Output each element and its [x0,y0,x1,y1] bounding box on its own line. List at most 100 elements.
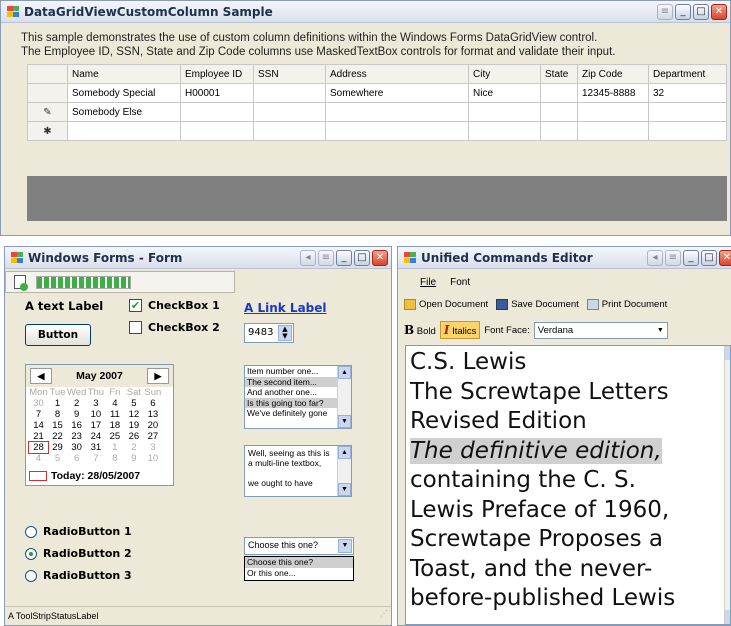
grid-cell[interactable] [325,102,469,122]
calendar-day[interactable]: 27 [143,431,162,442]
rich-text-box[interactable]: C.S. Lewis The Screwtape Letters Revised… [405,345,731,625]
list-item[interactable]: We've definitely gone [245,408,351,419]
combo-dropdown[interactable]: Choose this one? Or this one... [244,556,354,581]
column-header[interactable]: Address [325,64,469,84]
grid-cell[interactable]: H00001 [180,83,254,103]
grid-cell[interactable]: Somebody Special [67,83,181,103]
help-icon[interactable]: ≡ [318,250,334,266]
month-calendar[interactable]: ◀ May 2007 ▶ Mon Tue Wed Thu Fri Sat Sun 30 1 2 3… [25,364,174,486]
calendar-day[interactable]: 13 [143,409,162,420]
maximize-button[interactable]: □ [354,250,370,266]
next-month-button[interactable]: ▶ [146,368,169,384]
grid-cell[interactable]: 12345-8888 [577,83,649,103]
list-item[interactable]: Item number one... [245,366,351,377]
column-header[interactable]: Employee ID [180,64,254,84]
grid-cell[interactable] [253,83,326,103]
scroll-down-icon[interactable]: ▼ [338,483,351,496]
calendar-day[interactable]: 17 [86,420,105,431]
minimize-button[interactable]: _ [675,4,691,20]
restore-icon[interactable]: ◂ [300,250,316,266]
rich-text-scrollbar[interactable] [724,346,730,624]
employee-grid[interactable]: Name Employee ID SSN Address City State … [27,64,727,141]
calendar-day[interactable]: 10 [86,409,105,420]
grid-cell[interactable] [325,121,469,141]
calendar-day[interactable]: 29 [48,442,67,453]
grid-cell[interactable] [253,121,326,141]
new-document-icon[interactable] [14,275,28,291]
scroll-down-icon[interactable] [725,610,730,624]
table-row[interactable]: ✱ [27,121,727,141]
close-button[interactable]: ✕ [372,250,388,266]
calendar-day[interactable]: 19 [124,420,143,431]
menu-font[interactable]: Font [450,277,470,288]
radio-button-3[interactable]: RadioButton 3 [25,569,132,582]
link-label[interactable]: A Link Label [244,301,327,315]
grid-cell[interactable]: Somebody Else [67,102,181,122]
grid-cell[interactable] [468,102,541,122]
calendar-day[interactable]: 3 [143,442,162,453]
bold-button[interactable]: B Bold [404,323,436,337]
list-box[interactable]: Item number one... The second item... An… [244,365,352,429]
calendar-day[interactable]: 15 [48,420,67,431]
textbox-scrollbar[interactable]: ▲ ▼ [337,446,351,496]
menu-file[interactable]: File [420,277,436,288]
font-face-combo[interactable]: Verdana ▼ [533,321,668,339]
column-header[interactable]: State [540,64,578,84]
grid-cell[interactable] [648,121,727,141]
close-button[interactable]: ✕ [711,4,727,20]
table-row[interactable]: Somebody Special H00001 Somewhere Nice 1… [27,83,727,103]
list-scrollbar[interactable]: ▲ ▼ [337,366,351,428]
chevron-down-icon[interactable]: ▼ [338,539,352,553]
minimize-button[interactable]: _ [336,250,352,266]
grid-cell[interactable]: Nice [468,83,541,103]
resize-grip-icon[interactable]: ⋰ [380,605,388,623]
grid-cell[interactable] [540,83,578,103]
calendar-day[interactable]: 14 [29,420,48,431]
list-item-selected[interactable]: Is this going too far? [245,397,351,408]
maximize-button[interactable]: □ [701,250,717,266]
list-item-selected[interactable]: The second item... [245,376,351,387]
grid-cell[interactable] [180,102,254,122]
column-header[interactable]: SSN [253,64,326,84]
grid-cell[interactable] [67,121,181,141]
calendar-day[interactable]: 7 [29,409,48,420]
grid-cell[interactable]: 32 [648,83,727,103]
restore-icon[interactable]: ◂ [647,250,663,266]
open-document-button[interactable]: Open Document [404,299,488,310]
today-link[interactable]: Today: 28/05/2007 [29,470,140,482]
dropdown-option[interactable]: Or this one... [245,568,353,579]
calendar-day-today[interactable]: 28 [28,441,49,454]
scroll-down-icon[interactable]: ▼ [338,415,351,428]
chevron-down-icon[interactable]: ▼ [657,323,664,338]
scroll-up-icon[interactable]: ▲ [338,446,351,459]
radio-circle[interactable] [25,525,37,538]
calendar-day[interactable]: 2 [124,442,143,453]
calendar-day[interactable]: 26 [124,431,143,442]
calendar-day[interactable]: 11 [105,409,124,420]
calendar-day[interactable]: 4 [29,453,48,464]
radio-circle-selected[interactable] [25,547,37,560]
calendar-day[interactable]: 4 [105,398,124,409]
calendar-day[interactable]: 9 [67,409,86,420]
radio-button-1[interactable]: RadioButton 1 [25,525,132,538]
checkbox-unchecked[interactable] [129,321,142,334]
calendar-day[interactable]: 2 [67,398,86,409]
grid-cell[interactable]: Somewhere [325,83,469,103]
multiline-textbox[interactable]: Well, seeing as this is a multi-line tex… [244,445,352,497]
combo-box[interactable]: Choose this one? ▼ [244,537,354,555]
calendar-day[interactable]: 20 [143,420,162,431]
form-button[interactable]: Button [25,324,91,346]
help-icon[interactable]: ≡ [665,250,681,266]
checkbox-checked[interactable]: ✔ [129,299,142,312]
numeric-up-down[interactable]: 9483 ▲ ▼ [244,323,294,343]
calendar-day[interactable]: 30 [29,398,48,409]
column-header[interactable]: City [468,64,541,84]
new-row-marker-icon[interactable]: ✱ [27,121,68,141]
grid-cell[interactable] [468,121,541,141]
calendar-day[interactable]: 8 [105,453,124,464]
row-header[interactable] [27,83,68,103]
calendar-day[interactable]: 25 [105,431,124,442]
calendar-day[interactable]: 8 [48,409,67,420]
calendar-day[interactable]: 16 [67,420,86,431]
save-document-button[interactable]: Save Document [496,299,579,310]
